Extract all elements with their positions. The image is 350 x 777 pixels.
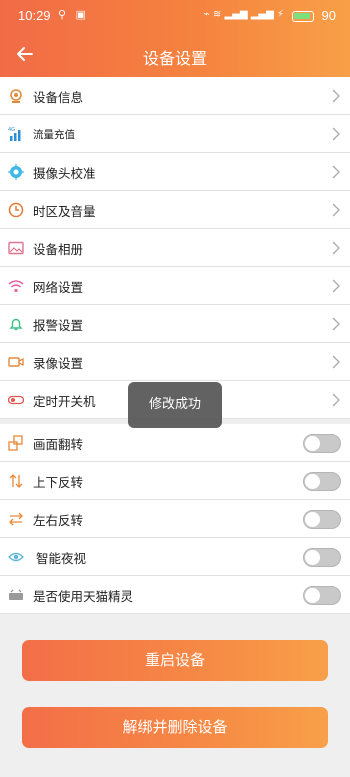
power-toggle-icon: [8, 395, 24, 405]
album-icon: [8, 241, 24, 255]
chevron-right-icon: [332, 203, 340, 217]
menu-label: 设备信息: [33, 90, 84, 105]
menu-label: 报警设置: [33, 318, 84, 333]
signal-icons: ⌁ ≋ ▂▄▆ ▂▄▆ ⚡: [203, 9, 284, 20]
menu-item-alarm-settings[interactable]: 报警设置: [0, 305, 350, 343]
menu-item-timezone-volume[interactable]: 时区及音量: [0, 191, 350, 229]
toggle-label: 智能夜视: [36, 551, 87, 566]
toggle-settings-list: 画面翻转 上下反转 左右反转 智能夜视 是否使用天猫精灵: [0, 424, 350, 614]
horizontal-flip-icon: [9, 512, 23, 526]
menu-label: 时区及音量: [33, 204, 96, 219]
unbind-delete-device-button[interactable]: 解绑并删除设备: [22, 707, 328, 748]
menu-item-device-info[interactable]: 设备信息: [0, 77, 350, 115]
menu-label: 流量充值: [33, 129, 75, 141]
menu-label: 设备相册: [33, 242, 84, 257]
battery-level: 90: [321, 8, 336, 23]
chevron-right-icon: [332, 241, 340, 255]
menu-item-network-settings[interactable]: 网络设置: [0, 267, 350, 305]
horizontal-flip-switch[interactable]: [303, 510, 341, 529]
menu-item-data-recharge[interactable]: 4G 流量充值: [0, 115, 350, 153]
toggle-item-night-vision: 智能夜视: [0, 538, 350, 576]
speaker-icon: [9, 589, 23, 600]
device-info-icon: [10, 89, 22, 103]
status-time: 10:29: [18, 8, 51, 23]
restart-device-button[interactable]: 重启设备: [22, 640, 328, 681]
chevron-right-icon: [332, 393, 340, 407]
toggle-label: 上下反转: [33, 475, 84, 490]
vertical-flip-icon: [9, 474, 23, 488]
video-icon: [8, 357, 24, 367]
menu-label: 摄像头校准: [33, 166, 96, 181]
page-title: 设备设置: [142, 49, 207, 68]
chevron-right-icon: [332, 355, 340, 369]
eye-icon: [8, 552, 24, 562]
toggle-item-screen-flip: 画面翻转: [0, 424, 350, 462]
battery-icon: [292, 11, 314, 22]
chevron-right-icon: [332, 127, 340, 141]
toggle-label: 是否使用天猫精灵: [33, 589, 134, 604]
chevron-right-icon: [332, 89, 340, 103]
wifi-icon: [8, 280, 24, 293]
night-vision-switch[interactable]: [303, 548, 341, 567]
bell-icon: [9, 318, 23, 331]
signal-4g-icon: 4G: [8, 127, 21, 141]
toggle-label: 左右反转: [33, 513, 84, 528]
toggle-item-tmall-genie: 是否使用天猫精灵: [0, 576, 350, 614]
status-bar: 10:29 ⚲ ▣ ⌁ ≋ ▂▄▆ ▂▄▆ ⚡ 90: [0, 0, 350, 32]
chevron-right-icon: [332, 165, 340, 179]
chevron-right-icon: [332, 317, 340, 331]
toggle-item-horizontal-flip: 左右反转: [0, 500, 350, 538]
toggle-label: 画面翻转: [33, 437, 84, 452]
toggle-item-vertical-flip: 上下反转: [0, 462, 350, 500]
menu-label: 录像设置: [33, 356, 84, 371]
header-bar: 10:29 ⚲ ▣ ⌁ ≋ ▂▄▆ ▂▄▆ ⚡ 90 设备设置: [0, 0, 350, 77]
menu-item-recording-settings[interactable]: 录像设置: [0, 343, 350, 381]
vertical-flip-switch[interactable]: [303, 472, 341, 491]
menu-label: 定时开关机: [33, 394, 96, 409]
camera-calibrate-icon: [8, 164, 24, 180]
toast-message: 修改成功: [128, 382, 222, 428]
flip-screen-icon: [8, 435, 23, 451]
settings-menu-list: 设备信息 4G 流量充值 摄像头校准 时区及音量 设备相册 网络设置 报警设置 …: [0, 77, 350, 419]
menu-label: 网络设置: [33, 280, 84, 295]
menu-item-camera-calibration[interactable]: 摄像头校准: [0, 153, 350, 191]
clock-icon: [8, 202, 24, 218]
screen-flip-switch[interactable]: [303, 434, 341, 453]
tmall-genie-switch[interactable]: [303, 586, 341, 605]
menu-item-device-album[interactable]: 设备相册: [0, 229, 350, 267]
notification-icons: ⚲ ▣: [58, 8, 89, 21]
svg-text:4G: 4G: [8, 127, 15, 133]
chevron-right-icon: [332, 279, 340, 293]
